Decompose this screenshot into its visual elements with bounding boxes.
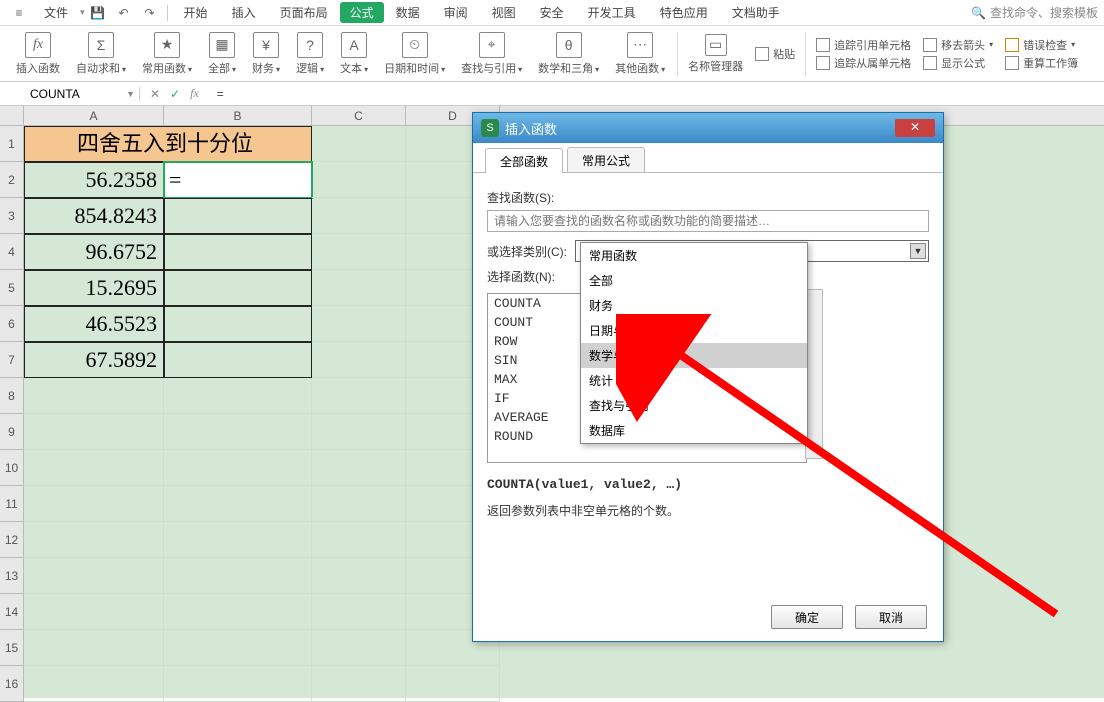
dialog-title: 插入函数 [505, 119, 557, 138]
row-header-6[interactable]: 6 [0, 306, 24, 342]
opt-lookup[interactable]: 查找与引用 [581, 393, 807, 418]
menu-dd-icon[interactable]: ▾ [80, 7, 85, 18]
row-header-3[interactable]: 3 [0, 198, 24, 234]
function-description: 返回参数列表中非空单元格的个数。 [487, 502, 929, 519]
row-header-2[interactable]: 2 [0, 162, 24, 198]
opt-database[interactable]: 数据库 [581, 418, 807, 443]
row-header-4[interactable]: 4 [0, 234, 24, 270]
menubar: ≡ 文件 ▾ 💾 ↶ ↷ 开始 插入 页面布局 公式 数据 审阅 视图 安全 开… [0, 0, 1104, 26]
opt-recent[interactable]: 常用函数 [581, 243, 807, 268]
cell-b7[interactable] [164, 342, 312, 378]
row-header-7[interactable]: 7 [0, 342, 24, 378]
name-box[interactable]: COUNTA ▼ [0, 87, 140, 101]
ribbon-text[interactable]: A文本 [332, 30, 376, 78]
ribbon-recalc[interactable]: 重算工作簿 [1005, 55, 1078, 71]
opt-statistical[interactable]: 统计 [581, 368, 807, 393]
cell-c1[interactable] [312, 126, 406, 162]
ribbon-autosum[interactable]: Σ自动求和 [68, 30, 134, 78]
menu-review[interactable]: 审阅 [432, 4, 480, 21]
cancel-button[interactable]: 取消 [855, 605, 927, 629]
undo-icon[interactable]: ↶ [115, 4, 133, 22]
cell-a2[interactable]: 56.2358 [24, 162, 164, 198]
tab-all-functions[interactable]: 全部函数 [485, 148, 563, 173]
col-header-b[interactable]: B [164, 106, 312, 125]
cell-b3[interactable] [164, 198, 312, 234]
cell-a7[interactable]: 67.5892 [24, 342, 164, 378]
accept-formula-icon[interactable]: ✓ [170, 87, 180, 101]
ribbon-recent[interactable]: ★常用函数 [134, 30, 200, 78]
cell-b4[interactable] [164, 234, 312, 270]
ribbon-lookup[interactable]: ⌖查找与引用 [453, 30, 530, 78]
menu-special[interactable]: 特色应用 [648, 4, 720, 21]
ribbon-all[interactable]: ▦全部 [200, 30, 244, 78]
cell-a3[interactable]: 854.8243 [24, 198, 164, 234]
dropdown-arrow-icon[interactable]: ▼ [910, 243, 926, 259]
cell-b6[interactable] [164, 306, 312, 342]
cell-a4[interactable]: 96.6752 [24, 234, 164, 270]
cell-a5[interactable]: 15.2695 [24, 270, 164, 306]
menu-view[interactable]: 视图 [480, 4, 528, 21]
tab-common-formulas[interactable]: 常用公式 [567, 147, 645, 172]
function-signature: COUNTA(value1, value2, …) [487, 477, 929, 492]
category-label: 或选择类别(C): [487, 243, 567, 260]
ribbon-remove-arrows[interactable]: 移去箭头▾ [923, 37, 993, 53]
close-button[interactable]: ✕ [895, 119, 935, 137]
menu-insert[interactable]: 插入 [220, 4, 268, 21]
cell-a6[interactable]: 46.5523 [24, 306, 164, 342]
opt-financial[interactable]: 财务 [581, 293, 807, 318]
ribbon-other[interactable]: ⋯其他函数 [607, 30, 673, 78]
ribbon-paste[interactable]: 粘贴 [755, 46, 795, 62]
row-header-5[interactable]: 5 [0, 270, 24, 306]
ribbon-trace-precedents[interactable]: 追踪引用单元格 [816, 37, 911, 53]
search-icon: 🔍 [971, 6, 986, 20]
search-input[interactable] [487, 210, 929, 232]
cell-b2-active[interactable]: = [164, 162, 312, 198]
fx-icon[interactable]: fx [190, 86, 199, 101]
ribbon-name-mgr[interactable]: ▭名称管理器 [688, 34, 743, 74]
dialog-titlebar[interactable]: S 插入函数 ✕ [473, 113, 943, 143]
opt-all[interactable]: 全部 [581, 268, 807, 293]
category-dropdown: 常用函数 全部 财务 日期与时间 数学与三角函数 统计 查找与引用 数据库 [580, 242, 808, 444]
menu-dochelper[interactable]: 文档助手 [720, 4, 792, 21]
ribbon-insert-fn[interactable]: fx插入函数 [8, 30, 68, 78]
menu-security[interactable]: 安全 [528, 4, 576, 21]
ribbon-trace-dependents[interactable]: 追踪从属单元格 [816, 55, 911, 71]
formula-input[interactable]: = [209, 87, 1104, 101]
ribbon-math[interactable]: θ数学和三角 [530, 30, 607, 78]
menu-formula[interactable]: 公式 [340, 2, 384, 23]
dialog-icon: S [481, 119, 499, 137]
save-icon[interactable]: 💾 [89, 4, 107, 22]
command-search[interactable]: 🔍 查找命令、搜索模板 [971, 4, 1098, 21]
cancel-formula-icon[interactable]: ✕ [150, 87, 160, 101]
opt-math-trig[interactable]: 数学与三角函数 [581, 343, 807, 368]
ribbon-datetime[interactable]: ⏲日期和时间 [376, 30, 453, 78]
select-all-corner[interactable] [0, 106, 24, 125]
menu-dev[interactable]: 开发工具 [576, 4, 648, 21]
dialog-tabs: 全部函数 常用公式 [473, 143, 943, 173]
ribbon-error-check[interactable]: 错误检查▾ [1005, 37, 1078, 53]
menu-layout[interactable]: 页面布局 [268, 4, 340, 21]
opt-datetime[interactable]: 日期与时间 [581, 318, 807, 343]
cell-a1-b1-title[interactable]: 四舍五入到十分位 [24, 126, 312, 162]
row-header-1[interactable]: 1 [0, 126, 24, 162]
search-placeholder: 查找命令、搜索模板 [990, 4, 1098, 21]
search-label: 查找函数(S): [487, 189, 929, 206]
cell-b5[interactable] [164, 270, 312, 306]
col-header-c[interactable]: C [312, 106, 406, 125]
name-box-dropdown-icon[interactable]: ▼ [126, 89, 135, 99]
ribbon-financial[interactable]: ¥财务 [244, 30, 288, 78]
redo-icon[interactable]: ↷ [141, 4, 159, 22]
menu-icon[interactable]: ≡ [10, 4, 28, 22]
ribbon: fx插入函数 Σ自动求和 ★常用函数 ▦全部 ¥财务 ?逻辑 A文本 ⏲日期和时… [0, 26, 1104, 82]
ok-button[interactable]: 确定 [771, 605, 843, 629]
menu-data[interactable]: 数据 [384, 4, 432, 21]
ribbon-show-formulas[interactable]: 显示公式 [923, 55, 993, 71]
formula-bar: COUNTA ▼ ✕ ✓ fx = [0, 82, 1104, 106]
ribbon-logical[interactable]: ?逻辑 [288, 30, 332, 78]
menu-home[interactable]: 开始 [172, 4, 220, 21]
col-header-a[interactable]: A [24, 106, 164, 125]
menu-file[interactable]: 文件 [32, 4, 80, 21]
